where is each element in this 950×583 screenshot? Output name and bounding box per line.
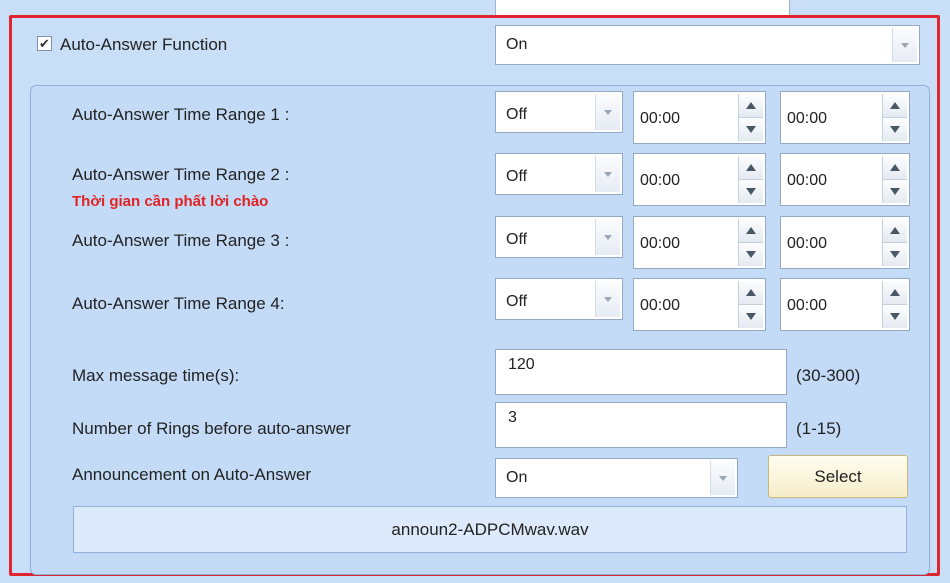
auto-answer-value: On [506, 36, 528, 53]
rings-value: 3 [508, 409, 517, 426]
time-range-3-label: Auto-Answer Time Range 3 : [72, 231, 290, 250]
spin-up-icon[interactable] [739, 219, 763, 242]
time-range-1-end: 00:00 [787, 109, 828, 127]
chevron-down-icon [604, 234, 612, 240]
max-message-time-value: 120 [508, 356, 535, 373]
time-range-3-state-select[interactable]: Off [495, 216, 623, 258]
chevron-down-icon [901, 42, 909, 48]
time-range-4-start-spinner[interactable]: 00:00 [633, 278, 766, 331]
select-button[interactable]: Select [768, 455, 908, 498]
time-range-2-end: 00:00 [787, 171, 828, 189]
rings-label: Number of Rings before auto-answer [72, 419, 351, 438]
dropdown-button[interactable] [892, 28, 917, 62]
spin-up-icon[interactable] [739, 156, 763, 179]
spin-up-icon[interactable] [883, 156, 907, 179]
time-range-3-end-spinner[interactable]: 00:00 [780, 216, 910, 269]
spin-down-icon[interactable] [739, 179, 763, 203]
dropdown-button[interactable] [710, 461, 735, 495]
time-range-2-label: Auto-Answer Time Range 2 : [72, 165, 290, 184]
max-message-time-range: (30-300) [796, 366, 861, 385]
time-range-3-start-spinner[interactable]: 00:00 [633, 216, 766, 269]
time-range-2-end-spinner[interactable]: 00:00 [780, 153, 910, 206]
chevron-down-icon [604, 171, 612, 177]
spin-down-icon[interactable] [883, 242, 907, 266]
auto-answer-select[interactable]: On [495, 25, 920, 65]
spin-up-icon[interactable] [739, 94, 763, 117]
spin-up-icon[interactable] [883, 94, 907, 117]
time-range-1-label: Auto-Answer Time Range 1 : [72, 105, 290, 124]
time-range-4-label: Auto-Answer Time Range 4: [72, 294, 285, 313]
time-range-2-state-select[interactable]: Off [495, 153, 623, 195]
time-range-3-state: Off [506, 231, 528, 248]
time-range-4-end: 00:00 [787, 296, 828, 314]
time-range-1-start: 00:00 [640, 109, 681, 127]
chevron-down-icon [719, 475, 727, 481]
spin-up-icon[interactable] [739, 281, 763, 304]
auto-answer-checkbox[interactable]: ✔ [37, 36, 52, 51]
spin-down-icon[interactable] [883, 179, 907, 203]
time-range-1-state: Off [506, 106, 528, 123]
time-range-1-state-select[interactable]: Off [495, 91, 623, 133]
spin-down-icon[interactable] [739, 304, 763, 328]
spin-up-icon[interactable] [883, 219, 907, 242]
dropdown-button[interactable] [595, 219, 620, 255]
spin-down-icon[interactable] [883, 117, 907, 141]
rings-range: (1-15) [796, 419, 842, 438]
max-message-time-label: Max message time(s): [72, 366, 240, 385]
dropdown-button[interactable] [595, 94, 620, 130]
announcement-file-display: announ2-ADPCMwav.wav [73, 506, 907, 553]
max-message-time-input[interactable]: 120 [495, 349, 787, 395]
time-range-2-start-spinner[interactable]: 00:00 [633, 153, 766, 206]
rings-input[interactable]: 3 [495, 402, 787, 448]
spin-down-icon[interactable] [739, 242, 763, 266]
time-range-1-start-spinner[interactable]: 00:00 [633, 91, 766, 144]
chevron-down-icon [604, 109, 612, 115]
time-range-3-start: 00:00 [640, 234, 681, 252]
dropdown-button[interactable] [595, 156, 620, 192]
time-range-1-end-spinner[interactable]: 00:00 [780, 91, 910, 144]
time-range-3-end: 00:00 [787, 234, 828, 252]
announcement-select[interactable]: On [495, 458, 738, 498]
spin-down-icon[interactable] [739, 117, 763, 141]
spin-down-icon[interactable] [883, 304, 907, 328]
check-mark-icon: ✔ [39, 36, 50, 51]
annotation-text: Thời gian cần phất lời chào [72, 193, 269, 210]
time-range-2-start: 00:00 [640, 171, 681, 189]
time-range-4-state: Off [506, 293, 528, 310]
time-range-4-start: 00:00 [640, 296, 681, 314]
announcement-label: Announcement on Auto-Answer [72, 465, 312, 484]
auto-answer-label: Auto-Answer Function [60, 35, 228, 54]
time-range-4-state-select[interactable]: Off [495, 278, 623, 320]
time-range-2-state: Off [506, 168, 528, 185]
announcement-value: On [506, 469, 528, 486]
chevron-down-icon [604, 296, 612, 302]
spin-up-icon[interactable] [883, 281, 907, 304]
time-range-4-end-spinner[interactable]: 00:00 [780, 278, 910, 331]
dropdown-button[interactable] [595, 281, 620, 317]
